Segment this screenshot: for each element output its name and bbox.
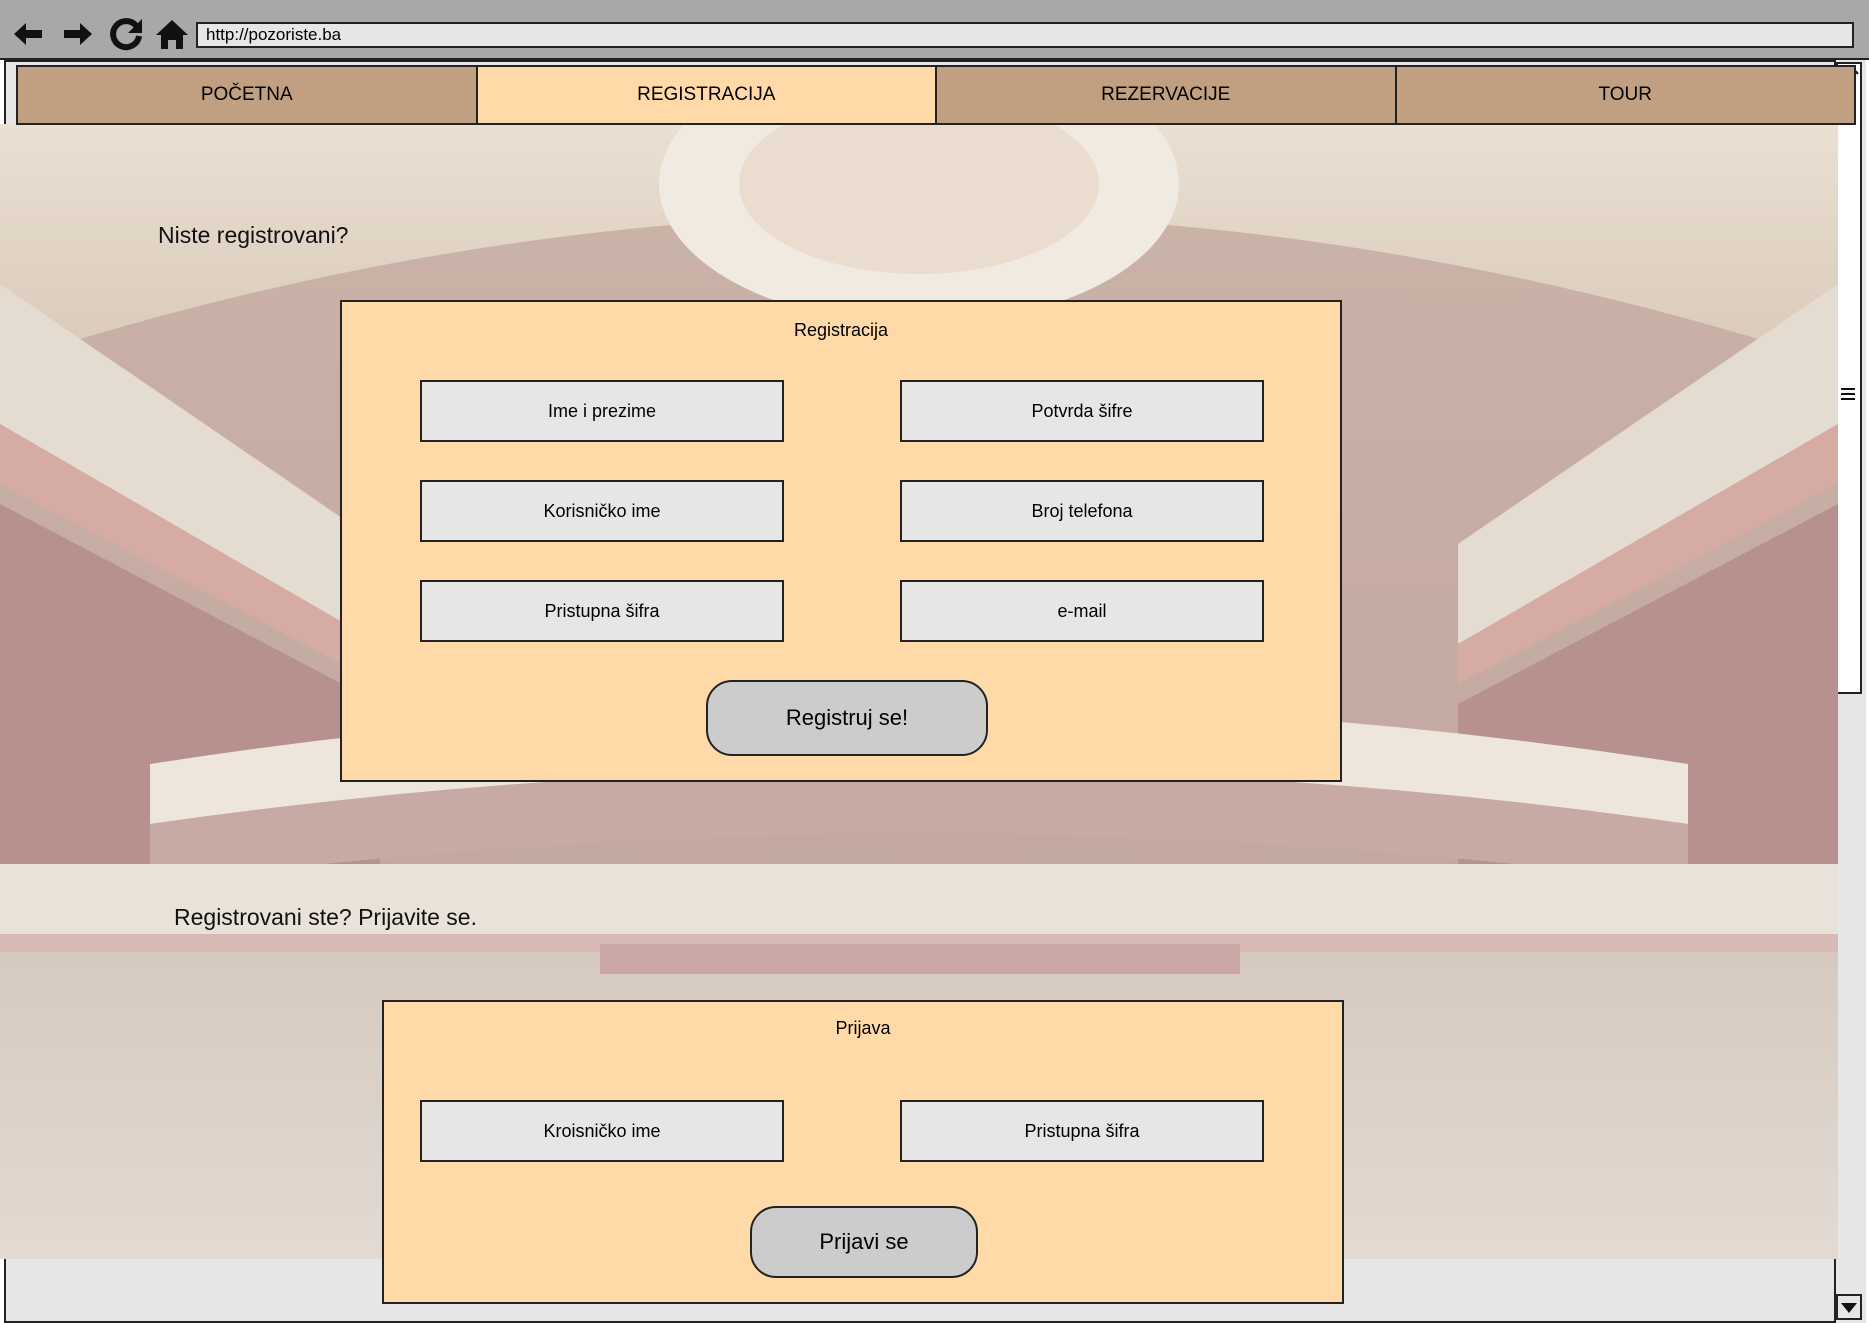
tab-pocetna[interactable]: POČETNA bbox=[18, 67, 478, 123]
password-field[interactable]: Pristupna šifra bbox=[420, 580, 784, 642]
email-field[interactable]: e-mail bbox=[900, 580, 1264, 642]
registration-panel: Registracija Ime i prezime Korisničko im… bbox=[340, 300, 1342, 782]
scrollbar-grip-icon bbox=[1838, 386, 1858, 402]
browser-toolbar: http://pozoriste.ba bbox=[0, 0, 1869, 60]
main-nav-tabs: POČETNA REGISTRACIJA REZERVACIJE TOUR bbox=[16, 65, 1856, 125]
login-panel: Prijava Kroisničko ime Pristupna šifra P… bbox=[382, 1000, 1344, 1304]
phone-number-field[interactable]: Broj telefona bbox=[900, 480, 1264, 542]
username-field[interactable]: Korisničko ime bbox=[420, 480, 784, 542]
tab-tour[interactable]: TOUR bbox=[1396, 67, 1854, 123]
login-username-field[interactable]: Kroisničko ime bbox=[420, 1100, 784, 1162]
scrollbar-thumb[interactable] bbox=[1836, 62, 1862, 694]
register-question: Niste registrovani? bbox=[158, 222, 349, 248]
login-panel-title: Prijava bbox=[835, 1018, 891, 1038]
full-name-field[interactable]: Ime i prezime bbox=[420, 380, 784, 442]
login-question: Registrovani ste? Prijavite se. bbox=[174, 904, 477, 930]
login-password-field[interactable]: Pristupna šifra bbox=[900, 1100, 1264, 1162]
scroll-down-button[interactable] bbox=[1836, 1294, 1862, 1320]
home-icon[interactable] bbox=[152, 14, 192, 54]
register-button[interactable]: Registruj se! bbox=[706, 680, 988, 756]
confirm-password-field[interactable]: Potvrda šifre bbox=[900, 380, 1264, 442]
registration-panel-title: Registracija bbox=[793, 320, 889, 340]
scroll-down-icon bbox=[1841, 1303, 1857, 1313]
tab-registracija[interactable]: REGISTRACIJA bbox=[477, 67, 937, 123]
refresh-icon[interactable] bbox=[106, 14, 146, 54]
forward-arrow-icon[interactable] bbox=[58, 14, 98, 54]
tab-rezervacije[interactable]: REZERVACIJE bbox=[937, 67, 1397, 123]
address-bar[interactable]: http://pozoriste.ba bbox=[196, 22, 1854, 48]
login-button[interactable]: Prijavi se bbox=[750, 1206, 978, 1278]
back-arrow-icon[interactable] bbox=[8, 14, 48, 54]
